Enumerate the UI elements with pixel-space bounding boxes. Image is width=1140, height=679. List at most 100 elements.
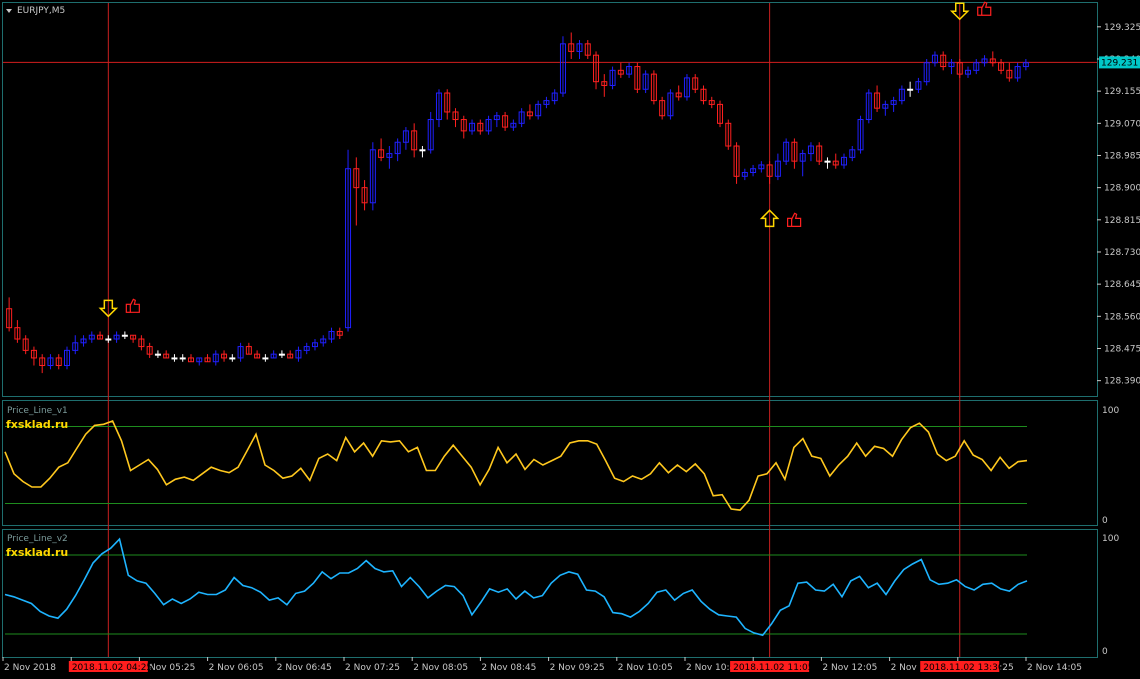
candle [146, 342, 153, 358]
candle-body [824, 160, 831, 163]
oscillator-tick-label: 0 [1102, 647, 1108, 657]
candle [229, 354, 236, 362]
candle [898, 85, 905, 105]
candle [774, 153, 781, 181]
candle [832, 153, 839, 169]
candle [857, 115, 864, 154]
thumbs-up-icon [125, 298, 140, 313]
candle-body [907, 88, 914, 91]
candle [667, 89, 674, 120]
candle [741, 168, 748, 181]
candle [361, 180, 368, 211]
candle [47, 354, 54, 370]
price-tick-label: 128.645 [1104, 280, 1140, 290]
time-axis: 2 Nov 20182 Nov 04:452 Nov 05:252 Nov 06… [2, 657, 1082, 673]
candle [1022, 58, 1029, 71]
price-tick-label: 128.730 [1104, 248, 1140, 258]
candle [799, 149, 806, 177]
candle [865, 89, 872, 124]
price-tick-label: 128.560 [1104, 312, 1140, 322]
candle-body [105, 338, 112, 341]
candle [163, 350, 170, 359]
price-axis: 129.325129.240129.155129.070128.985128.9… [1097, 23, 1140, 387]
candle [328, 327, 335, 343]
candle [485, 115, 492, 135]
candle [1006, 62, 1013, 82]
candle [369, 142, 376, 211]
candle [758, 161, 765, 173]
candle [923, 58, 930, 86]
date-marker-label: 2018.11.02 04:25 [72, 663, 152, 673]
candle [841, 153, 848, 169]
candle [270, 350, 277, 359]
candle [22, 335, 29, 355]
candle [559, 36, 566, 97]
oscillator1: 100 0 [4, 406, 1119, 526]
candle [378, 138, 385, 162]
candle [733, 142, 740, 184]
candle [97, 331, 104, 340]
time-tick-label: 2 Nov 08:05 [413, 663, 468, 673]
candle [353, 157, 360, 226]
candle [642, 70, 649, 94]
candle [593, 51, 600, 90]
candle [204, 354, 211, 363]
candle [692, 74, 699, 94]
oscillator-tick-label: 100 [1102, 534, 1119, 544]
candle [419, 146, 426, 158]
candle [510, 119, 517, 131]
oscillator2: 100 0 [4, 534, 1119, 657]
price-tick-label: 128.390 [1104, 377, 1140, 387]
candle [39, 354, 46, 374]
candle [675, 85, 682, 101]
current-price-label: 129.231 [1101, 58, 1138, 68]
candle [584, 40, 591, 59]
candle [320, 335, 327, 347]
candle [948, 58, 955, 75]
date-marker-label: 2018.11.02 11:05 [733, 663, 813, 673]
candle [543, 96, 550, 109]
candle [295, 346, 302, 362]
candle [469, 119, 476, 135]
symbol-label[interactable]: EURJPY,M5 [6, 6, 65, 16]
candle [766, 161, 773, 184]
candle [402, 127, 409, 150]
time-tick-label: 2 Nov 12:05 [822, 663, 877, 673]
candle [477, 119, 484, 135]
candle [105, 335, 112, 343]
candle [518, 108, 525, 128]
oscillator2-title: Price_Line_v2 [7, 534, 68, 544]
candle-body [278, 353, 285, 356]
candle [683, 74, 690, 101]
candle [154, 350, 161, 358]
candle [750, 164, 757, 177]
candle [452, 108, 459, 128]
candle [882, 100, 889, 116]
candle [30, 346, 37, 366]
dropdown-triangle-icon[interactable] [6, 9, 12, 13]
candle [386, 146, 393, 169]
candle [907, 81, 914, 97]
candle [816, 142, 823, 165]
time-tick-label: 2 Nov 10:05 [618, 663, 673, 673]
candle [411, 123, 418, 158]
time-tick-label: 2 Nov 06:45 [277, 663, 332, 673]
candle [212, 350, 219, 366]
candle [179, 354, 186, 362]
time-tick-label: 2 Nov 09:25 [550, 663, 605, 673]
candle [601, 74, 608, 97]
candle [460, 115, 467, 139]
trading-chart[interactable]: 129.325129.240129.155129.070128.985128.9… [0, 0, 1140, 679]
candle [138, 335, 145, 351]
candle [287, 350, 294, 359]
candle-body [154, 353, 161, 356]
candle [659, 96, 666, 120]
price-tick-label: 128.815 [1104, 216, 1140, 226]
signal-arrows [98, 1, 992, 318]
candle [576, 40, 583, 59]
main-pane-frame [2, 2, 1098, 397]
candle [493, 111, 500, 128]
candle [55, 354, 62, 370]
candle [874, 85, 881, 112]
candle [568, 32, 575, 59]
